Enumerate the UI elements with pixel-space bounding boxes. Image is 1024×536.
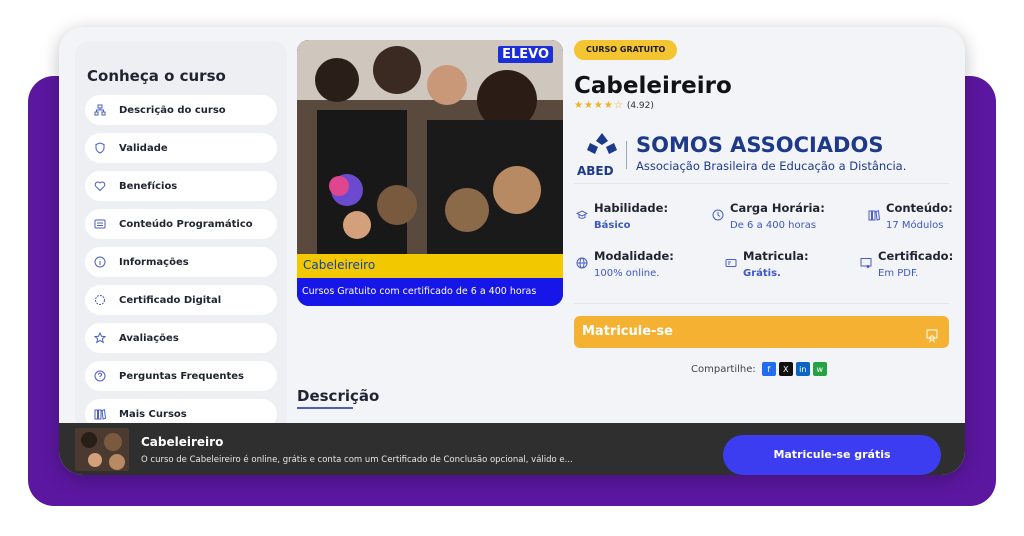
info-value: De 6 a 400 horas	[730, 220, 817, 231]
sidebar-item-label: Validade	[119, 142, 168, 154]
sidebar-item-label: Benefícios	[119, 180, 178, 192]
sidebar-item-label: Perguntas Frequentes	[119, 370, 244, 382]
info-value: Básico	[594, 220, 631, 231]
rating-stars: ★★★★☆ (4.92)	[574, 100, 654, 111]
hero-photo	[297, 40, 563, 254]
abed-logo-icon	[587, 133, 617, 154]
graduation-cap-icon	[575, 209, 589, 221]
facebook-share-icon[interactable]: f	[761, 362, 776, 376]
enroll-free-button[interactable]: Matricule-se grátis	[723, 435, 941, 475]
footer-course-title: Cabeleireiro	[141, 435, 224, 449]
hierarchy-icon	[93, 103, 107, 117]
books-icon	[93, 407, 107, 421]
sidebar-item-perguntas[interactable]: Perguntas Frequentes	[85, 361, 277, 391]
sidebar-item-label: Conteúdo Programático	[119, 218, 253, 230]
enroll-button-label: Matricule-se	[582, 324, 673, 339]
list-icon	[93, 217, 107, 231]
info-value: 17 Módulos	[886, 220, 944, 231]
abed-headline: SOMOS ASSOCIADOS	[636, 133, 884, 157]
course-hero-image: ELEVO Cabeleireiro Cursos Gratuito com c…	[297, 40, 563, 306]
browser-window: Conheça o curso Descrição do curso Valid…	[59, 27, 965, 475]
enroll-button[interactable]: Matricule-se	[574, 316, 949, 348]
info-value: 100% online.	[594, 268, 660, 279]
abed-subline: Associação Brasileira de Educação a Dist…	[636, 159, 907, 173]
info-title: Matricula:	[743, 249, 809, 263]
divider	[574, 183, 949, 184]
sidebar-item-informacoes[interactable]: Informações	[85, 247, 277, 277]
info-value: Grátis.	[743, 268, 781, 279]
sidebar-item-validade[interactable]: Validade	[85, 133, 277, 163]
hero-caption-title: Cabeleireiro	[297, 254, 563, 278]
course-thumbnail	[75, 428, 129, 471]
page-title: Cabeleireiro	[574, 73, 732, 99]
heading-underline	[297, 407, 353, 409]
rating-value: (4.92)	[626, 101, 654, 111]
heart-icon	[93, 179, 107, 193]
shield-icon	[93, 141, 107, 155]
info-carga-horaria: Carga Horária: De 6 a 400 horas	[712, 201, 825, 231]
footer-course-description: O curso de Cabeleireiro é online, grátis…	[141, 455, 573, 465]
certificate-icon	[93, 293, 107, 307]
clock-icon	[712, 209, 724, 221]
info-title: Carga Horária:	[730, 201, 825, 215]
info-title: Habilidade:	[594, 201, 669, 215]
info-habilidade: Habilidade: Básico	[575, 201, 669, 231]
info-title: Modalidade:	[594, 249, 674, 263]
sidebar-item-label: Mais Cursos	[119, 408, 187, 420]
course-sidebar: Conheça o curso Descrição do curso Valid…	[75, 41, 287, 431]
abed-label: ABED	[577, 164, 614, 178]
sidebar-item-beneficios[interactable]: Benefícios	[85, 171, 277, 201]
sidebar-item-avaliacoes[interactable]: Avaliações	[85, 323, 277, 353]
abed-association-banner: ABED SOMOS ASSOCIADOS Associação Brasile…	[574, 131, 949, 178]
sidebar-item-descricao[interactable]: Descrição do curso	[85, 95, 277, 125]
certificate-badge-icon	[925, 324, 939, 343]
elevo-logo: ELEVO	[498, 46, 553, 63]
sidebar-item-label: Descrição do curso	[119, 104, 226, 116]
abed-divider	[626, 141, 627, 169]
sidebar-item-conteudo[interactable]: Conteúdo Programático	[85, 209, 277, 239]
x-share-icon[interactable]: X	[778, 362, 793, 376]
info-icon	[93, 255, 107, 269]
certificate-icon	[860, 257, 872, 269]
sidebar-title: Conheça o curso	[87, 67, 226, 85]
info-title: Conteúdo:	[886, 201, 953, 215]
info-title: Certificado:	[878, 249, 954, 263]
globe-icon	[576, 257, 588, 269]
sidebar-item-label: Informações	[119, 256, 189, 268]
info-certificado: Certificado: Em PDF.	[860, 249, 954, 279]
linkedin-share-icon[interactable]: in	[795, 362, 810, 376]
sidebar-item-label: Certificado Digital	[119, 294, 222, 306]
divider	[574, 303, 949, 304]
info-conteudo: Conteúdo: 17 Módulos	[868, 201, 953, 231]
info-matricula: Matricula: Grátis.	[725, 249, 809, 279]
description-heading: Descrição	[297, 387, 380, 405]
sidebar-item-certificado[interactable]: Certificado Digital	[85, 285, 277, 315]
sticky-enroll-footer: Cabeleireiro O curso de Cabeleireiro é o…	[59, 423, 965, 475]
sidebar-item-label: Avaliações	[119, 332, 179, 344]
info-value: Em PDF.	[878, 268, 919, 279]
free-course-badge: CURSO GRATUITO	[574, 40, 678, 60]
id-card-icon	[725, 257, 737, 269]
info-modalidade: Modalidade: 100% online.	[576, 249, 674, 279]
hero-caption-subtitle: Cursos Gratuito com certificado de 6 a 4…	[297, 278, 563, 306]
whatsapp-share-icon[interactable]: w	[812, 362, 827, 376]
question-icon	[93, 369, 107, 383]
books-icon	[868, 209, 881, 221]
share-label: Compartilhe:	[691, 363, 756, 375]
star-rating-icons: ★★★★☆	[574, 100, 624, 111]
star-icon	[93, 331, 107, 345]
share-bar: Compartilhe: f X in w	[691, 362, 827, 376]
